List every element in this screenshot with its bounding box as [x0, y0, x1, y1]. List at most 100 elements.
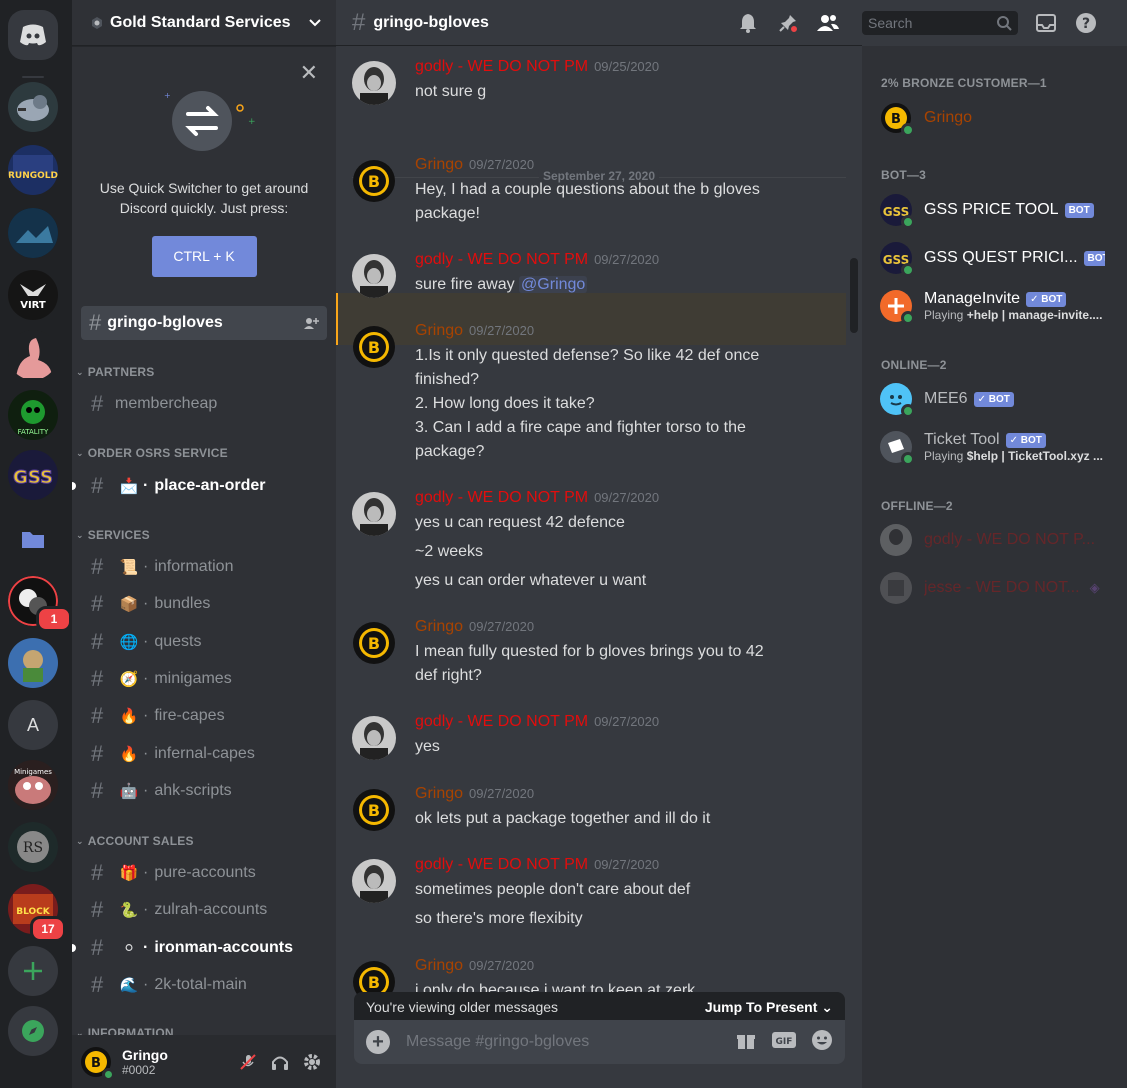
channel-item[interactable]: # ⚪ · ironman-accounts — [72, 932, 327, 964]
channel-item[interactable]: # 🎁 · pure-accounts — [81, 857, 327, 889]
server-icon-gss[interactable]: GSS — [8, 450, 58, 500]
author-name[interactable]: godly - WE DO NOT PM — [415, 58, 588, 75]
member-list-toggle[interactable] — [816, 11, 840, 35]
timestamp: 09/27/2020 — [469, 619, 535, 634]
explore-servers-button[interactable] — [8, 1006, 58, 1056]
user-mention[interactable]: @Gringo — [519, 276, 588, 293]
channel-item[interactable]: # 🔥 · fire-capes — [81, 700, 327, 732]
avatar[interactable]: B — [352, 325, 396, 369]
channel-item[interactable]: # membercheap — [81, 388, 327, 420]
channel-item[interactable]: # 📩 · place-an-order — [72, 470, 327, 502]
channel-item[interactable]: # 🔥 · infernal-capes — [81, 738, 327, 770]
mute-mic-button[interactable] — [232, 1046, 264, 1078]
folder-icon[interactable] — [8, 514, 58, 564]
bot-badge: BOT — [1064, 202, 1094, 218]
member-item[interactable]: GSS GSS QUEST PRICI... BOT — [870, 236, 1115, 280]
jump-to-present-button[interactable]: Jump To Present ⌄ — [705, 999, 833, 1016]
server-icon-pink[interactable] — [8, 330, 58, 380]
member-item[interactable]: MEE6 ✓ BOT — [870, 377, 1115, 421]
author-name[interactable]: godly - WE DO NOT PM — [415, 489, 588, 506]
help-icon: ? — [1076, 13, 1096, 33]
avatar — [880, 383, 915, 418]
channel-item[interactable]: # 🧭 · minigames — [81, 663, 327, 695]
avatar[interactable] — [352, 859, 396, 903]
channel-item-selected[interactable]: # gringo-bgloves — [81, 306, 327, 340]
category-account-sales[interactable]: ⌄ ACCOUNT SALES — [76, 834, 194, 848]
channel-sidebar: Gold Standard Services ✕ + + Use Quick S… — [72, 0, 336, 1088]
avatar[interactable]: B — [352, 788, 396, 832]
timestamp: 09/25/2020 — [594, 59, 660, 74]
verified-bot-badge: ✓ BOT — [1005, 432, 1046, 448]
search-input[interactable]: Search — [862, 11, 1018, 35]
avatar[interactable] — [352, 254, 396, 298]
member-item[interactable]: godly - WE DO NOT P... — [870, 518, 1115, 562]
avatar[interactable]: B — [80, 1046, 115, 1081]
channel-item[interactable]: # 📜 · information — [81, 551, 327, 583]
home-button[interactable] — [8, 10, 58, 60]
guild-header[interactable]: Gold Standard Services — [72, 0, 336, 46]
member-item[interactable]: B Gringo — [870, 96, 1115, 140]
channel-item[interactable]: # 📦 · bundles — [81, 588, 327, 620]
server-icon-letter[interactable]: A — [8, 700, 58, 750]
channel-item[interactable]: # 🐍 · zulrah-accounts — [81, 894, 327, 926]
author-name[interactable]: godly - WE DO NOT PM — [415, 856, 588, 873]
quick-switcher-shortcut-button[interactable]: CTRL + K — [151, 236, 257, 277]
gif-icon[interactable]: GIF — [771, 1030, 797, 1055]
svg-text:B: B — [368, 973, 380, 992]
author-name[interactable]: Gringo — [415, 322, 463, 339]
server-icon-rungold[interactable]: RUNGOLD — [8, 145, 58, 195]
user-settings-button[interactable] — [296, 1046, 328, 1078]
discord-icon — [20, 24, 46, 46]
add-server-button[interactable] — [8, 946, 58, 996]
gift-icon[interactable] — [735, 1029, 757, 1056]
author-name[interactable]: Gringo — [415, 156, 463, 173]
svg-text:+: + — [248, 117, 256, 127]
author-name[interactable]: Gringo — [415, 957, 463, 974]
channel-item[interactable]: # 🌊 · 2k-total-main — [81, 969, 327, 1001]
category-partners[interactable]: ⌄ PARTNERS — [76, 365, 154, 379]
invite-member-icon[interactable] — [303, 315, 319, 331]
member-item[interactable]: ManageInvite ✓ BOT Playing +help | manage… — [870, 284, 1115, 328]
attach-plus-icon[interactable]: + — [366, 1030, 390, 1054]
category-order-osrs-service[interactable]: ⌄ ORDER OSRS SERVICE — [76, 446, 228, 460]
author-name[interactable]: godly - WE DO NOT PM — [415, 251, 588, 268]
server-icon-blue[interactable] — [8, 638, 58, 688]
bruins-logo-icon: B — [353, 622, 395, 664]
author-name[interactable]: godly - WE DO NOT PM — [415, 713, 588, 730]
category-services[interactable]: ⌄ SERVICES — [76, 528, 150, 542]
member-item[interactable]: Ticket Tool ✓ BOT Playing $help | TicketT… — [870, 425, 1115, 469]
avatar[interactable] — [352, 492, 396, 536]
server-icon-minigames[interactable]: Minigames — [8, 760, 58, 810]
message-input[interactable]: Message #gringo-bgloves — [406, 1033, 721, 1051]
online-status-icon — [901, 215, 915, 229]
avatar[interactable]: B — [352, 159, 396, 203]
channel-item[interactable]: # 🌐 · quests — [81, 626, 327, 658]
deafen-button[interactable] — [264, 1046, 296, 1078]
hashtag-icon: # — [91, 391, 104, 416]
discord-app: RUNGOLD VIRT FATALITY GSS 1 A Minigames … — [0, 0, 1127, 1088]
server-icon-dark[interactable] — [8, 208, 58, 258]
message-text: 2. How long does it take? — [415, 395, 595, 412]
avatar[interactable] — [352, 61, 396, 105]
channel-item[interactable]: # 🤖 · ahk-scripts — [81, 775, 327, 807]
help-button[interactable]: ? — [1074, 11, 1098, 35]
avatar[interactable] — [352, 716, 396, 760]
server-icon-virt[interactable]: VIRT — [8, 270, 58, 320]
older-messages-bar: You're viewing older messages Jump To Pr… — [354, 992, 845, 1022]
timestamp: 09/27/2020 — [594, 857, 660, 872]
member-name: jesse - WE DO NOT... — [924, 579, 1080, 596]
pinned-messages-button[interactable] — [776, 11, 800, 35]
notification-settings-button[interactable] — [736, 11, 760, 35]
scrollbar-thumb[interactable] — [850, 258, 858, 333]
emoji-icon[interactable] — [811, 1029, 833, 1056]
author-name[interactable]: Gringo — [415, 785, 463, 802]
server-icon-fatality[interactable]: FATALITY — [8, 390, 58, 440]
inbox-button[interactable] — [1034, 11, 1058, 35]
server-icon-osrs[interactable]: RS — [8, 822, 58, 872]
close-icon[interactable]: ✕ — [300, 60, 318, 86]
server-icon-raccoon[interactable] — [8, 82, 58, 132]
avatar[interactable]: B — [352, 621, 396, 665]
member-item[interactable]: GSS GSS PRICE TOOL BOT — [870, 188, 1115, 232]
author-name[interactable]: Gringo — [415, 618, 463, 635]
member-item[interactable]: jesse - WE DO NOT... ◈ — [870, 566, 1115, 610]
